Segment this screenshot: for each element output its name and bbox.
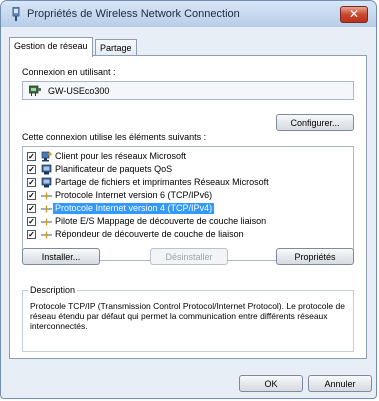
- checkbox[interactable]: ✓: [27, 217, 36, 226]
- title-bar[interactable]: Propriétés de Wireless Network Connectio…: [1, 1, 376, 27]
- cancel-button[interactable]: Annuler: [308, 375, 372, 392]
- close-button[interactable]: ✕: [340, 6, 368, 23]
- components-list: ✓ Client pour les réseaux Microsoft ✓ Pl…: [22, 146, 354, 261]
- tab-panel: Connexion en utilisant : GW-USEco300 Con…: [9, 55, 367, 359]
- checkbox[interactable]: ✓: [27, 152, 36, 161]
- item-label: Partage de fichiers et imprimantes Résea…: [55, 177, 269, 187]
- item-label: Pilote E/S Mappage de découverte de couc…: [55, 216, 267, 226]
- item-label: Répondeur de découverte de couche de lia…: [55, 229, 244, 239]
- adapter-field: GW-USEco300: [22, 81, 354, 100]
- adapter-name: GW-USEco300: [48, 86, 110, 96]
- item-label: Protocole Internet version 6 (TCP/IPv6): [55, 190, 213, 200]
- item-label: Protocole Internet version 4 (TCP/IPv4): [53, 203, 215, 214]
- connection-label: Connexion en utilisant :: [22, 67, 116, 77]
- description-title: Description: [28, 285, 78, 295]
- checkbox[interactable]: ✓: [27, 230, 36, 239]
- checkbox[interactable]: ✓: [27, 178, 36, 187]
- components-label: Cette connexion utilise les éléments sui…: [22, 132, 207, 142]
- uninstall-button[interactable]: Désinstaller: [150, 248, 228, 265]
- network-client-icon: [41, 151, 52, 162]
- protocol-icon: [41, 205, 52, 213]
- tab-gestion-reseau[interactable]: Gestion de réseau: [9, 37, 93, 57]
- protocol-icon: [41, 192, 52, 200]
- configure-button[interactable]: Configurer...: [276, 114, 354, 131]
- checkbox[interactable]: ✓: [27, 191, 36, 200]
- ok-button[interactable]: OK: [239, 375, 303, 392]
- protocol-icon: [41, 231, 52, 239]
- item-label: Planificateur de paquets QoS: [55, 164, 173, 174]
- description-text: Protocole TCP/IP (Transmission Control P…: [30, 301, 345, 331]
- protocol-icon: [41, 218, 52, 226]
- install-button[interactable]: Installer...: [22, 248, 100, 265]
- description-group: Description Protocole TCP/IP (Transmissi…: [22, 285, 354, 352]
- tab-partage[interactable]: Partage: [95, 39, 137, 56]
- network-adapter-icon: [12, 7, 20, 21]
- checkbox[interactable]: ✓: [27, 165, 36, 174]
- service-icon: [41, 164, 52, 175]
- properties-button[interactable]: Propriétés: [276, 248, 354, 265]
- service-icon: [41, 177, 52, 188]
- item-label: Client pour les réseaux Microsoft: [55, 151, 187, 161]
- adapter-icon: [29, 85, 41, 96]
- checkbox[interactable]: ✓: [27, 204, 36, 213]
- window-title: Propriétés de Wireless Network Connectio…: [27, 8, 240, 20]
- properties-dialog: Propriétés de Wireless Network Connectio…: [0, 0, 377, 399]
